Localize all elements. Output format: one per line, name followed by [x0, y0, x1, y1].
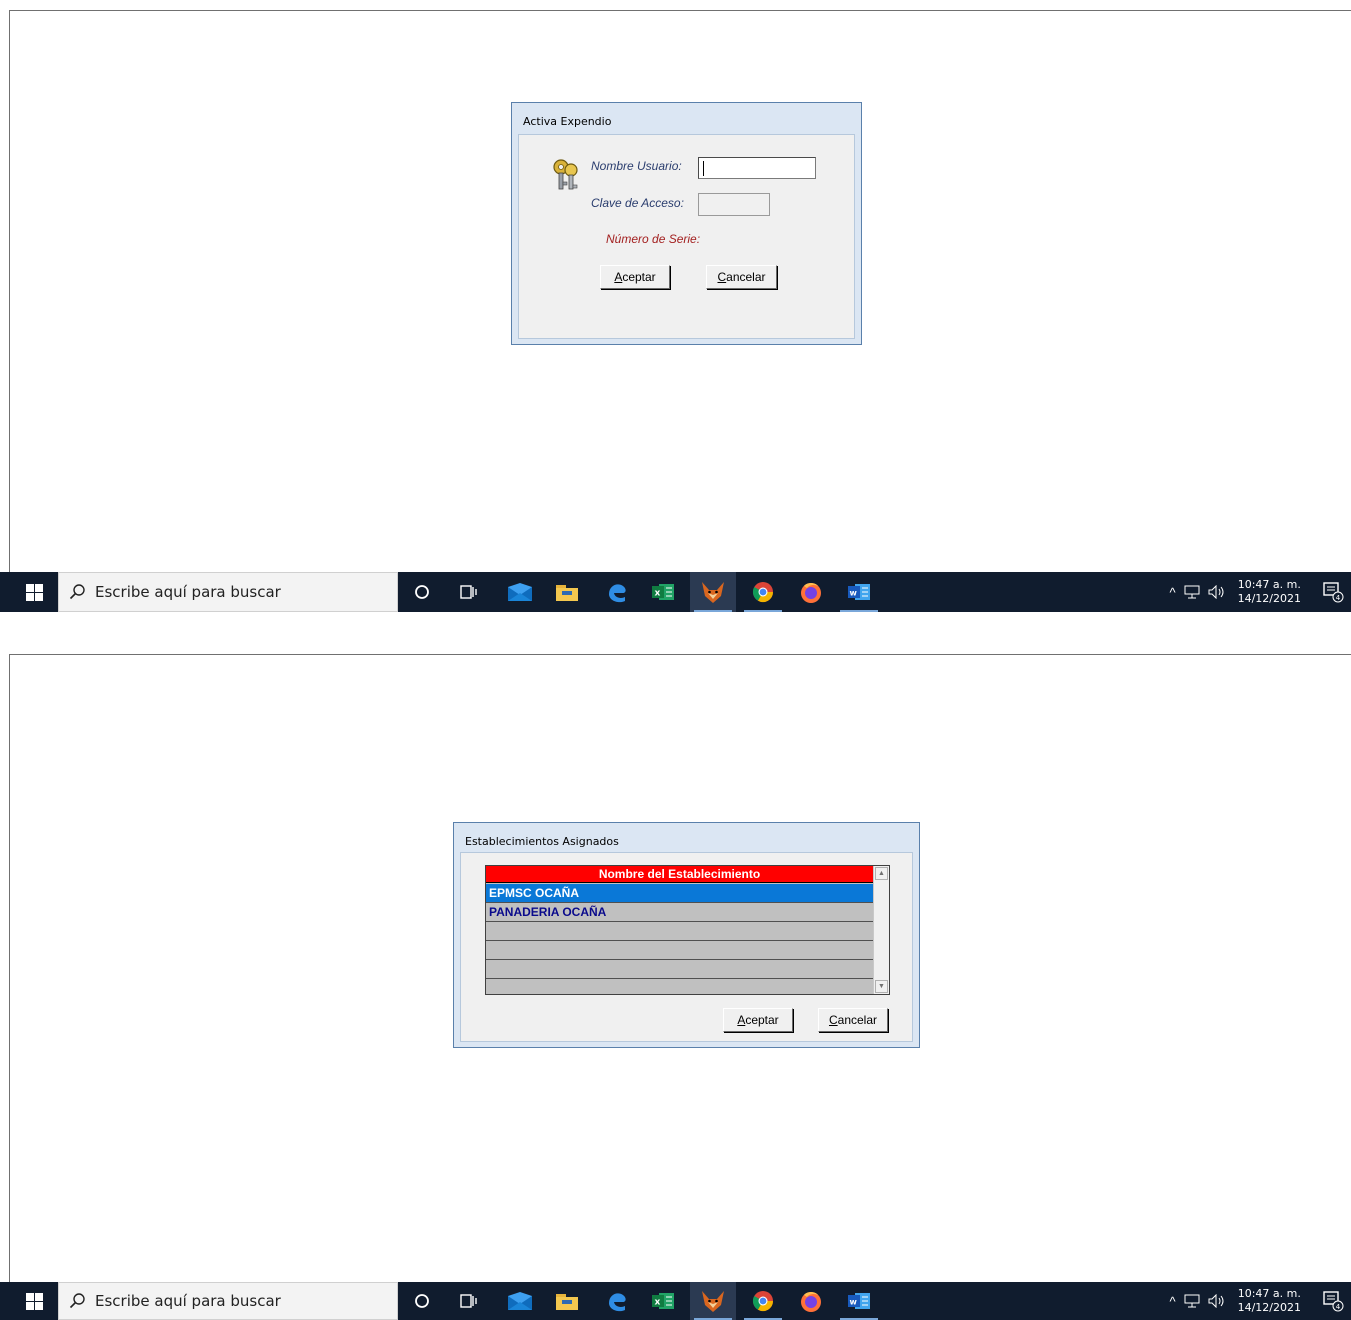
windows-logo-icon — [25, 583, 43, 601]
keys-icon — [553, 159, 578, 190]
search-placeholder: Escribe aquí para buscar — [95, 583, 281, 601]
username-label: Nombre Usuario: — [591, 159, 682, 173]
chevron-up-icon[interactable]: ^ — [1169, 585, 1175, 600]
scroll-up-arrow-icon[interactable]: ▲ — [875, 867, 888, 880]
dialog-client-area: Nombre del Establecimiento EPMSC OCAÑA P… — [460, 852, 913, 1042]
edge-icon[interactable] — [594, 572, 640, 612]
task-view-icon[interactable] — [445, 1282, 491, 1320]
table-row[interactable] — [486, 922, 873, 941]
dialog-title: Activa Expendio — [523, 115, 612, 128]
svg-text:w: w — [850, 1298, 858, 1307]
dialog-client-area: Nombre Usuario: Clave de Acceso: Número … — [518, 134, 855, 339]
vertical-scrollbar[interactable]: ▲ ▼ — [873, 866, 889, 994]
task-view-icon[interactable] — [445, 572, 491, 612]
scroll-down-arrow-icon[interactable]: ▼ — [875, 980, 888, 993]
clock-date: 14/12/2021 — [1237, 1301, 1301, 1314]
cancel-label: ancelar — [726, 270, 766, 284]
notification-count: 4 — [1336, 1303, 1341, 1311]
accept-label: ceptar — [622, 270, 656, 284]
notification-icon: 4 — [1323, 1291, 1344, 1312]
fox-app-icon[interactable] — [690, 572, 736, 612]
search-icon — [69, 584, 85, 600]
excel-icon[interactable]: x — [640, 572, 686, 612]
chevron-up-icon[interactable]: ^ — [1169, 1294, 1175, 1309]
login-dialog: Activa Expendio Nombre Usuario: Clave de… — [511, 102, 862, 345]
svg-text:x: x — [655, 1298, 661, 1308]
start-button[interactable] — [12, 1282, 56, 1320]
firefox-icon[interactable] — [788, 1282, 834, 1320]
establishments-dialog: Establecimientos Asignados Nombre del Es… — [453, 822, 920, 1048]
table-row[interactable]: EPMSC OCAÑA — [486, 884, 873, 903]
cortana-icon[interactable] — [399, 1282, 445, 1320]
firefox-icon[interactable] — [788, 572, 834, 612]
volume-icon[interactable] — [1208, 1294, 1226, 1308]
dialog-title: Establecimientos Asignados — [465, 835, 619, 848]
start-button[interactable] — [12, 572, 56, 612]
notification-center-button[interactable]: 4 — [1315, 1282, 1351, 1320]
mail-icon[interactable] — [497, 1282, 543, 1320]
desktop-screen-1: Activa Expendio Nombre Usuario: Clave de… — [9, 10, 1351, 612]
clock-date: 14/12/2021 — [1237, 592, 1301, 605]
cortana-icon[interactable] — [399, 572, 445, 612]
password-label: Clave de Acceso: — [591, 196, 684, 210]
svg-text:w: w — [850, 589, 858, 598]
cancel-label: ancelar — [837, 1013, 878, 1027]
clock[interactable]: 10:47 a. m. 14/12/2021 — [1238, 578, 1301, 606]
table-row[interactable] — [486, 941, 873, 960]
search-box[interactable]: Escribe aquí para buscar — [58, 1282, 398, 1320]
text-caret — [703, 161, 704, 176]
windows-logo-icon — [25, 1292, 43, 1310]
clock-time: 10:47 a. m. — [1237, 1287, 1301, 1300]
search-placeholder: Escribe aquí para buscar — [95, 1292, 281, 1310]
password-input[interactable] — [698, 193, 770, 216]
search-icon — [69, 1293, 85, 1309]
excel-icon[interactable]: x — [640, 1282, 686, 1320]
clock[interactable]: 10:47 a. m. 14/12/2021 — [1238, 1287, 1301, 1315]
system-tray: ^ 10:47 a. m. 14/12/2021 4 — [1169, 572, 1351, 612]
accept-hotkey: A — [737, 1013, 746, 1027]
notification-count: 4 — [1336, 594, 1341, 602]
word-icon[interactable]: w — [836, 572, 882, 612]
system-tray: ^ 10:47 a. m. 14/12/2021 4 — [1169, 1282, 1351, 1320]
accept-button[interactable]: Aceptar — [723, 1008, 793, 1032]
establishments-grid[interactable]: Nombre del Establecimiento EPMSC OCAÑA P… — [485, 865, 890, 995]
column-header[interactable]: Nombre del Establecimiento — [486, 866, 873, 883]
cancel-button[interactable]: Cancelar — [818, 1008, 888, 1032]
accept-button[interactable]: Aceptar — [600, 265, 670, 289]
username-input[interactable] — [698, 157, 816, 179]
notification-center-button[interactable]: 4 — [1315, 572, 1351, 612]
fox-app-icon[interactable] — [690, 1282, 736, 1320]
desktop-screen-2: Establecimientos Asignados Nombre del Es… — [9, 654, 1351, 1320]
cancel-button[interactable]: Cancelar — [706, 265, 777, 289]
notification-icon: 4 — [1323, 582, 1344, 603]
taskbar: Escribe aquí para buscar x w ^ 10:47 a. … — [0, 1282, 1351, 1320]
table-row[interactable] — [486, 979, 873, 994]
word-icon[interactable]: w — [836, 1282, 882, 1320]
edge-icon[interactable] — [594, 1282, 640, 1320]
search-box[interactable]: Escribe aquí para buscar — [58, 572, 398, 612]
accept-label: ceptar — [745, 1013, 779, 1027]
table-row[interactable]: PANADERIA OCAÑA — [486, 903, 873, 922]
file-explorer-icon[interactable] — [544, 572, 590, 612]
cancel-hotkey: C — [828, 1013, 838, 1027]
volume-icon[interactable] — [1208, 585, 1226, 599]
mail-icon[interactable] — [497, 572, 543, 612]
svg-text:x: x — [655, 589, 661, 599]
file-explorer-icon[interactable] — [544, 1282, 590, 1320]
network-icon[interactable] — [1184, 1294, 1200, 1308]
clock-time: 10:47 a. m. — [1237, 578, 1301, 591]
network-icon[interactable] — [1184, 585, 1200, 599]
table-row[interactable] — [486, 960, 873, 979]
serial-number-label: Número de Serie: — [606, 232, 701, 246]
accept-hotkey: A — [614, 270, 623, 284]
taskbar: Escribe aquí para buscar x w ^ 10:47 a. … — [0, 572, 1351, 612]
chrome-icon[interactable] — [740, 1282, 786, 1320]
chrome-icon[interactable] — [740, 572, 786, 612]
cancel-hotkey: C — [717, 270, 727, 284]
